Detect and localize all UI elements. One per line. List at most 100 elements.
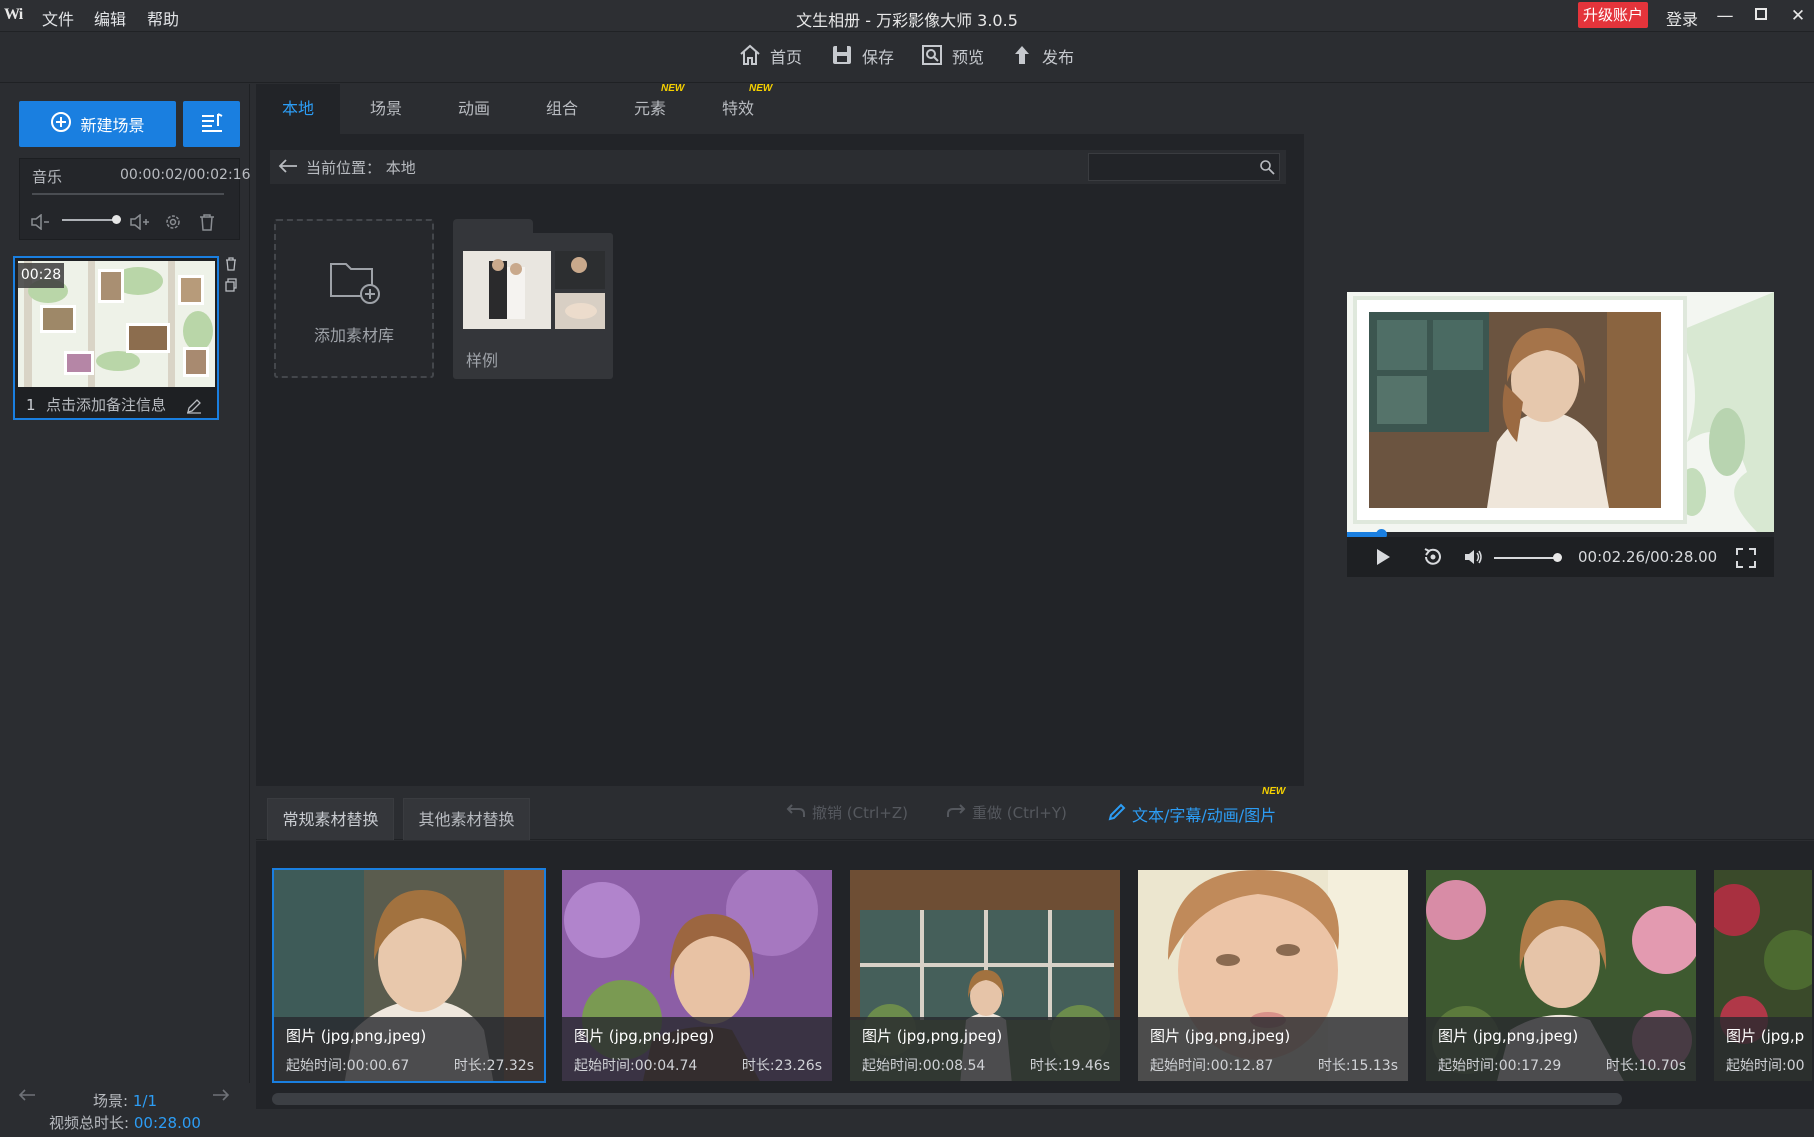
volume-down-icon[interactable] [28, 210, 52, 234]
delete-scene-icon[interactable] [222, 255, 240, 273]
scene-count: 场景: 1/1 [0, 1090, 250, 1111]
fullscreen-icon[interactable] [1736, 548, 1756, 572]
upload-icon [1010, 43, 1034, 74]
breadcrumb-value: 本地 [385, 159, 416, 177]
music-time: 00:00:02/00:02:16 [120, 167, 251, 183]
new-scene-button[interactable]: 新建场景 [19, 101, 176, 147]
preview-button[interactable]: 预览 [920, 44, 985, 70]
music-delete-icon[interactable] [195, 210, 219, 234]
media-type: 图片 (jpg,png,jpeg) [1438, 1027, 1579, 1045]
media-start-time: 起始时间:00 [1726, 1058, 1805, 1074]
tab-scene[interactable]: 场景 [344, 84, 428, 134]
window-title: 文生相册 - 万彩影像大师 3.0.5 [796, 11, 1018, 30]
list-music-icon [200, 111, 224, 137]
music-volume-slider[interactable] [62, 219, 118, 221]
media-item[interactable]: 图片 (jpg,p 起始时间:00 [1712, 868, 1814, 1083]
media-type: 图片 (jpg,png,jpeg) [286, 1027, 427, 1045]
media-start-time: 起始时间:00:12.87 [1150, 1058, 1274, 1074]
video-preview[interactable] [1347, 292, 1774, 532]
player-volume-slider[interactable] [1494, 557, 1558, 559]
redo-button[interactable]: 重做 (Ctrl+Y) [946, 802, 1067, 823]
new-scene-label: 新建场景 [80, 116, 145, 135]
material-library [256, 84, 1304, 786]
close-icon[interactable]: ✕ [1786, 4, 1810, 28]
upgrade-account-button[interactable]: 升级账户 [1578, 2, 1648, 28]
player-volume-knob[interactable] [1553, 553, 1562, 562]
volume-up-icon[interactable] [127, 210, 151, 234]
media-start-time: 起始时间:00:04.74 [574, 1058, 698, 1074]
media-item[interactable]: 图片 (jpg,png,jpeg) 起始时间:00:00.67 时长:27.32… [272, 868, 546, 1083]
scene-index: 1 [26, 396, 36, 414]
media-item[interactable]: 图片 (jpg,png,jpeg) 起始时间:00:17.29 时长:10.70… [1424, 868, 1698, 1083]
scene-count-label: 场景: [93, 1092, 129, 1110]
music-label: 音乐 [32, 168, 63, 186]
tab-regular-replace[interactable]: 常规素材替换 [267, 798, 394, 840]
edit-note-icon[interactable] [186, 398, 202, 418]
add-library-label: 添加素材库 [313, 326, 394, 345]
media-item-info: 图片 (jpg,png,jpeg) 起始时间:00:08.54 时长:19.46… [850, 1017, 1120, 1081]
breadcrumb: 当前位置： 本地 [306, 157, 416, 178]
scene-note[interactable]: 点击添加备注信息 [46, 394, 166, 415]
back-arrow-icon[interactable] [278, 158, 298, 178]
login-button[interactable]: 登录 [1666, 6, 1698, 30]
media-start-time: 起始时间:00:00.67 [286, 1058, 410, 1074]
text-subtitle-link[interactable]: 文本/字幕/动画/图片 [1108, 802, 1276, 826]
scene-duration-badge: 00:28 [18, 263, 64, 288]
undo-label: 撤销 (Ctrl+Z) [812, 804, 909, 822]
folder-label: 样例 [466, 351, 499, 370]
publish-button[interactable]: 发布 [1010, 45, 1074, 70]
media-item-info: 图片 (jpg,png,jpeg) 起始时间:00:12.87 时长:15.13… [1138, 1017, 1408, 1081]
music-settings-icon[interactable] [161, 210, 185, 234]
maximize-icon[interactable] [1749, 4, 1773, 28]
search-input[interactable] [1088, 153, 1280, 181]
search-icon[interactable] [1259, 159, 1275, 179]
new-badge: NEW [749, 83, 773, 94]
total-duration-value: 00:28.00 [133, 1114, 201, 1132]
tab-animation[interactable]: 动画 [432, 84, 516, 134]
media-type: 图片 (jpg,png,jpeg) [574, 1027, 715, 1045]
save-button[interactable]: 保存 [830, 45, 895, 70]
strip-scrollbar[interactable] [272, 1093, 1622, 1105]
volume-icon[interactable] [1464, 548, 1484, 570]
save-icon [830, 43, 854, 74]
home-button[interactable]: 首页 [738, 44, 803, 70]
breadcrumb-label: 当前位置： [306, 159, 382, 177]
media-item[interactable]: 图片 (jpg,png,jpeg) 起始时间:00:04.74 时长:23.26… [560, 868, 834, 1083]
play-icon[interactable] [1375, 548, 1391, 570]
media-duration: 时长:19.46s [1029, 1058, 1110, 1074]
undo-button[interactable]: 撤销 (Ctrl+Z) [786, 802, 908, 823]
media-item[interactable]: 图片 (jpg,png,jpeg) 起始时间:00:12.87 时长:15.13… [1136, 868, 1410, 1083]
media-duration: 时长:15.13s [1317, 1058, 1398, 1074]
media-duration: 时长:27.32s [453, 1058, 534, 1074]
tab-local[interactable]: 本地 [256, 84, 340, 134]
media-item[interactable]: 图片 (jpg,png,jpeg) 起始时间:00:08.54 时长:19.46… [848, 868, 1122, 1083]
undo-icon [786, 803, 806, 823]
save-label: 保存 [862, 48, 895, 67]
total-duration: 视频总时长: 00:28.00 [0, 1112, 250, 1133]
preview-label: 预览 [952, 48, 985, 67]
minimize-icon[interactable]: — [1713, 4, 1737, 28]
text-subtitle-label: 文本/字幕/动画/图片 [1132, 806, 1277, 825]
music-progress-track[interactable] [32, 193, 224, 195]
tab-combo[interactable]: 组合 [520, 84, 604, 134]
replay-icon[interactable] [1422, 547, 1444, 571]
redo-label: 重做 (Ctrl+Y) [972, 804, 1067, 822]
new-badge: NEW [1262, 786, 1286, 797]
total-duration-label: 视频总时长: [49, 1114, 130, 1132]
home-icon [738, 43, 762, 74]
new-badge: NEW [661, 83, 685, 94]
media-type: 图片 (jpg,png,jpeg) [862, 1027, 1003, 1045]
scene-count-value: 1/1 [132, 1092, 157, 1110]
media-item-info: 图片 (jpg,p 起始时间:00 [1714, 1017, 1812, 1081]
copy-scene-icon[interactable] [222, 276, 240, 294]
scene-panel [0, 84, 250, 1137]
media-start-time: 起始时间:00:17.29 [1438, 1058, 1562, 1074]
main-toolbar [0, 33, 1814, 83]
home-label: 首页 [770, 48, 803, 67]
scene-list-button[interactable] [183, 101, 240, 147]
music-volume-knob[interactable] [112, 215, 121, 224]
media-type: 图片 (jpg,p [1726, 1027, 1805, 1045]
pencil-icon [1108, 803, 1126, 825]
media-duration: 时长:23.26s [741, 1058, 822, 1074]
tab-other-replace[interactable]: 其他素材替换 [403, 798, 530, 840]
